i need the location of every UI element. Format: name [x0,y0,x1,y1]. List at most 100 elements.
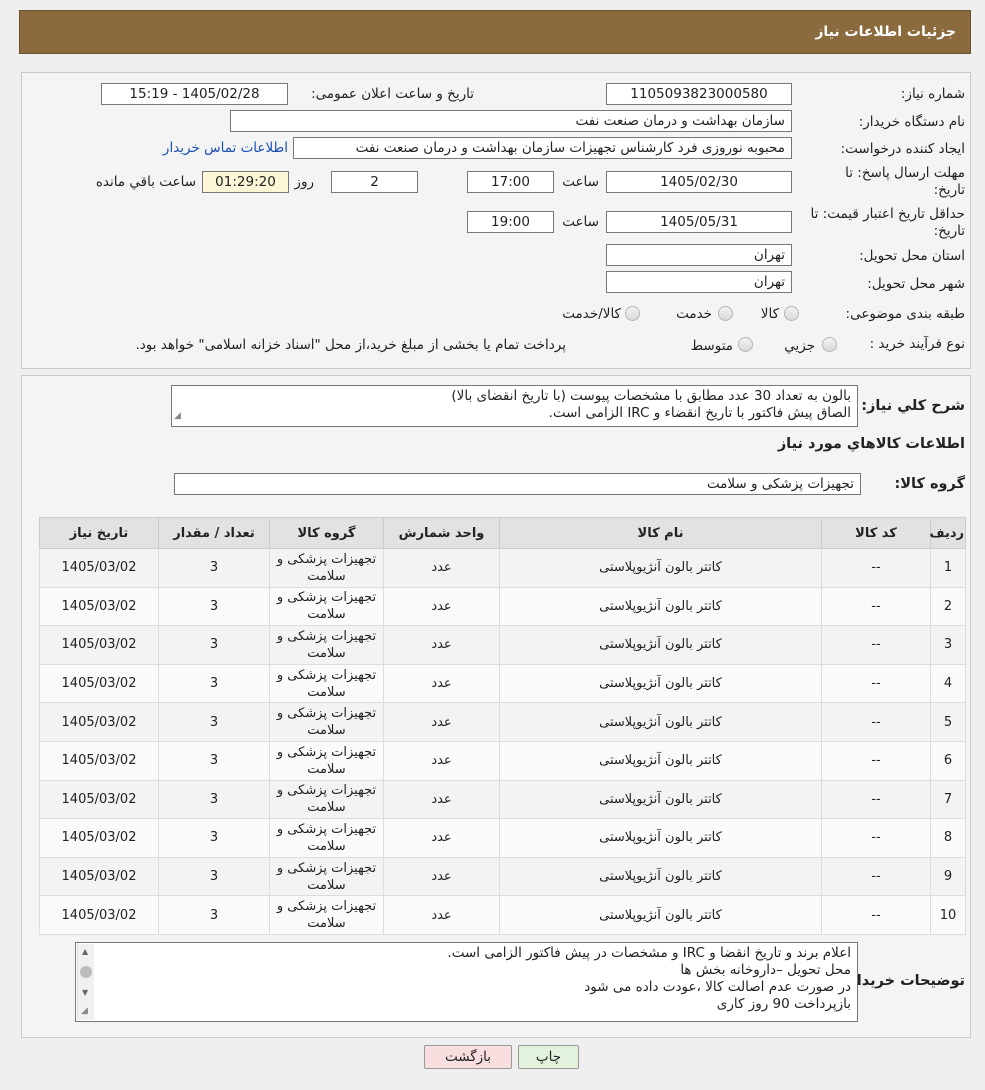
cell-item-name: کاتتر بالون آنژیوپلاستی [499,740,822,781]
buyer-notes-label: توضیحات خریدار: [842,973,965,989]
cell-unit: عدد [383,818,500,858]
header-goods-group: گروه کالا [269,517,384,549]
buyer-note-line-3: در صورت عدم اصالت کالا ،عودت داده می شود [584,979,851,995]
deadline-time-label: ساعت [562,174,599,190]
cell-item-name: کاتتر بالون آنژیوپلاستی [499,779,822,820]
cell-item-name: کاتتر بالون آنژیوپلاستی [499,856,822,897]
table-row: 3 -- کاتتر بالون آنژیوپلاستی عدد تجهیزات پزش… [39,625,966,665]
goods-group-field: تجهیزات پزشکی و سلامت [174,473,861,495]
deadline-label: مهلت ارسال پاسخ: تا تاریخ: [845,165,965,198]
cell-quantity: 3 [158,702,270,742]
payment-note: پرداخت تمام یا بخشی از مبلغ خرید،از محل … [135,337,566,353]
cell-goods-group: تجهیزات پزشکی و سلامت [269,856,384,897]
cell-unit: عدد [383,856,500,897]
cell-unit: عدد [383,779,500,820]
category-label: طبقه بندی موضوعی: [845,306,965,322]
table-row: 8 -- کاتتر بالون آنژیوپلاستی عدد تجهیزات پزش… [39,818,966,858]
time-remaining-field: 01:29:20 [202,171,289,193]
print-button[interactable]: چاپ [518,1045,579,1069]
cell-item-name: کاتتر بالون آنژیوپلاستی [499,663,822,704]
cell-item-code: -- [821,586,931,627]
goods-group-label: گروه کالا: [894,476,965,492]
cell-row-number: 9 [930,856,966,897]
need-number-field: 1105093823000580 [606,83,792,105]
cell-quantity: 3 [158,663,270,704]
table-header-row: ردیف کد کالا نام کالا واحد شمارش گروه کا… [39,517,966,549]
deadline-time-field: 17:00 [467,171,554,193]
buyer-note-line-1: اعلام برند و تاریخ انقضا و IRC و مشخصات … [447,945,851,961]
time-remaining-label: ساعت باقي مانده [95,174,196,190]
process-label: نوع فرآیند خرید : [869,336,965,352]
cell-row-number: 6 [930,740,966,781]
cell-need-date: 1405/03/02 [39,548,159,588]
resize-handle-icon[interactable]: ◢ [81,1006,88,1016]
cell-item-name: کاتتر بالون آنژیوپلاستی [499,895,822,935]
announce-label: تاریخ و ساعت اعلان عمومی: [311,86,474,102]
cell-need-date: 1405/03/02 [39,856,159,897]
buyer-notes-textarea[interactable]: اعلام برند و تاریخ انقضا و IRC و مشخصات … [75,942,858,1022]
process-radio-medium[interactable] [738,337,753,352]
table-row: 6 -- کاتتر بالون آنژیوپلاستی عدد تجهیزات پزش… [39,740,966,781]
category-option-goods-service: کالا/خدمت [562,306,621,322]
deadline-date-field: 1405/02/30 [606,171,792,193]
description-textarea[interactable]: بالون به تعداد 30 عدد مطابق با مشخصات پی… [171,385,858,427]
cell-need-date: 1405/03/02 [39,702,159,742]
resize-handle-icon[interactable]: ◢ [174,408,181,425]
announce-datetime-field: 1405/02/28 - 15:19 [101,83,288,105]
cell-item-code: -- [821,625,931,665]
scroll-down-icon[interactable]: ▼ [82,988,88,997]
category-radio-goods-service[interactable] [625,306,640,321]
buyer-note-line-2: محل تحویل –داروخانه بخش ها [680,962,851,978]
scroll-up-icon[interactable]: ▲ [82,947,88,956]
cell-need-date: 1405/03/02 [39,625,159,665]
cell-need-date: 1405/03/02 [39,818,159,858]
creator-label: ایجاد کننده درخواست: [840,141,965,157]
buyer-contact-link[interactable]: اطلاعات تماس خریدار [163,140,288,156]
cell-need-date: 1405/03/02 [39,663,159,704]
cell-goods-group: تجهیزات پزشکی و سلامت [269,895,384,935]
header-unit: واحد شمارش [383,517,500,549]
cell-unit: عدد [383,625,500,665]
table-row: 7 -- کاتتر بالون آنژیوپلاستی عدد تجهیزات پزش… [39,779,966,820]
validity-label: حداقل تاریخ اعتبار قیمت: تا تاریخ: [810,206,965,239]
cell-row-number: 2 [930,586,966,627]
category-radio-goods[interactable] [784,306,799,321]
cell-goods-group: تجهیزات پزشکی و سلامت [269,663,384,704]
process-radio-minor[interactable] [822,337,837,352]
table-row: 1 -- کاتتر بالون آنژیوپلاستی عدد تجهیزات پزش… [39,548,966,588]
cell-quantity: 3 [158,625,270,665]
table-row: 10 -- کاتتر بالون آنژیوپلاستی عدد تجهیزات پز… [39,895,966,935]
table-row: 5 -- کاتتر بالون آنژیوپلاستی عدد تجهیزات پزش… [39,702,966,742]
cell-unit: عدد [383,663,500,704]
category-option-service: خدمت [676,306,712,322]
header-item-name: نام کالا [499,517,822,549]
cell-quantity: 3 [158,586,270,627]
cell-quantity: 3 [158,779,270,820]
goods-section-title: اطلاعات کالاهاي مورد نیاز [777,436,965,452]
cell-need-date: 1405/03/02 [39,895,159,935]
cell-unit: عدد [383,702,500,742]
validity-time-field: 19:00 [467,211,554,233]
category-radio-service[interactable] [718,306,733,321]
cell-goods-group: تجهیزات پزشکی و سلامت [269,779,384,820]
cell-quantity: 3 [158,895,270,935]
cell-item-name: کاتتر بالون آنژیوپلاستی [499,548,822,588]
header-item-code: کد کالا [821,517,931,549]
cell-row-number: 1 [930,548,966,588]
cell-need-date: 1405/03/02 [39,779,159,820]
cell-unit: عدد [383,586,500,627]
back-button[interactable]: بازگشت [424,1045,512,1069]
scroll-thumb[interactable] [80,966,92,978]
cell-item-code: -- [821,548,931,588]
cell-item-name: کاتتر بالون آنژیوپلاستی [499,702,822,742]
cell-item-code: -- [821,856,931,897]
header-need-date: تاریخ نیاز [39,517,159,549]
validity-date-field: 1405/05/31 [606,211,792,233]
table-row: 9 -- کاتتر بالون آنژیوپلاستی عدد تجهیزات پزش… [39,856,966,897]
cell-item-code: -- [821,779,931,820]
creator-field: محبوبه نوروزی فرد کارشناس تجهیزات سازمان… [293,137,792,159]
buyer-note-line-4: بازپرداخت 90 روز کاری [716,996,851,1012]
notes-scrollbar[interactable]: ▲ ▼ ◢ [77,944,94,1020]
cell-goods-group: تجهیزات پزشکی و سلامت [269,548,384,588]
cell-item-code: -- [821,702,931,742]
